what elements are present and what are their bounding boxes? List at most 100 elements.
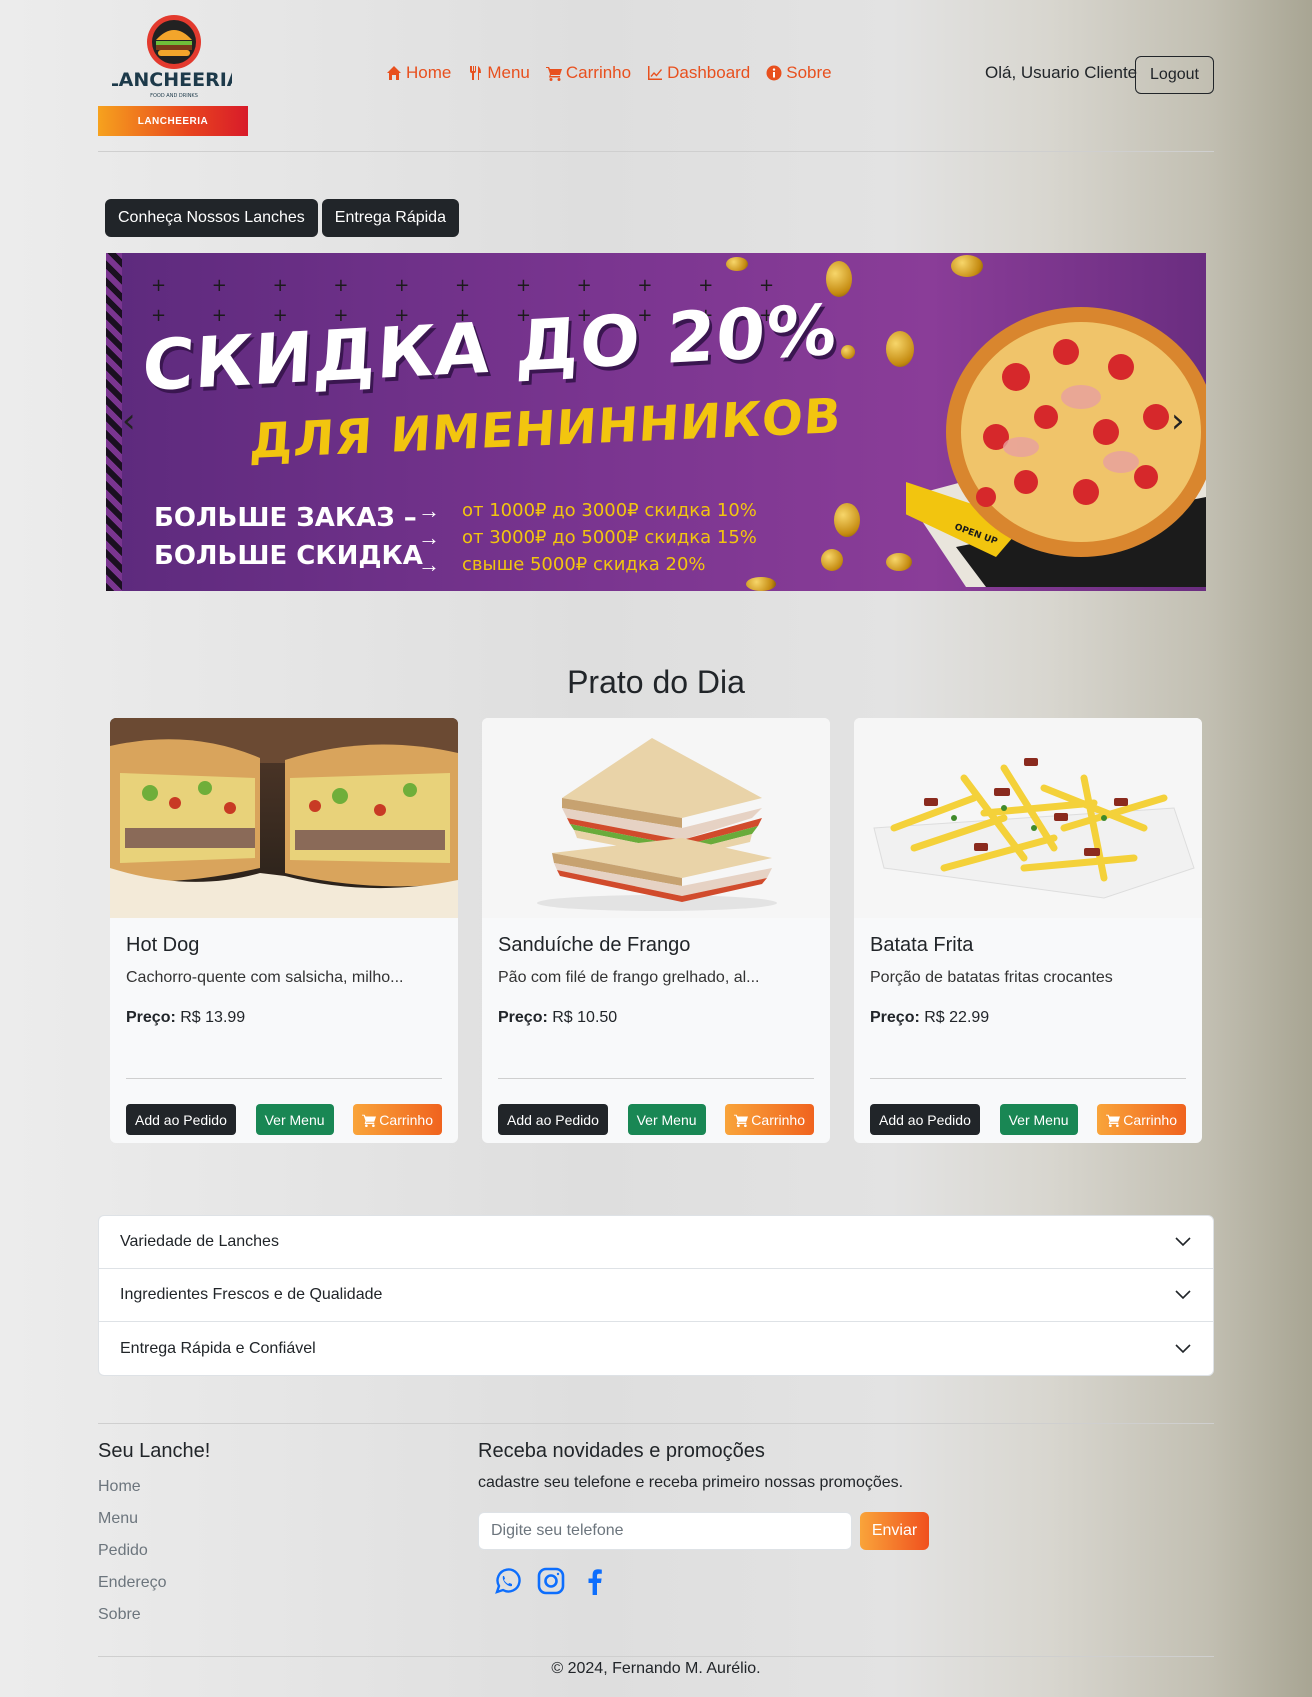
banner-coin: [726, 257, 748, 271]
footer-link-address[interactable]: Endereço: [98, 1574, 167, 1606]
accordion-item[interactable]: Ingredientes Frescos e de Qualidade: [99, 1269, 1213, 1322]
carousel-next-icon[interactable]: ›: [1171, 401, 1185, 441]
cart-icon: [362, 1114, 377, 1127]
fast-delivery-button[interactable]: Entrega Rápida: [321, 199, 459, 237]
cart-button[interactable]: Carrinho: [1097, 1104, 1186, 1135]
banner-tier-2: от 3000₽ до 5000₽ скидка 15%: [462, 527, 757, 548]
nav-about-label: Sobre: [786, 63, 832, 82]
dish-of-day-title: Prato do Dia: [567, 664, 745, 700]
footer-link-order[interactable]: Pedido: [98, 1542, 167, 1574]
banner-coin: [841, 345, 855, 359]
newsletter-title: Receba novidades e promoções: [478, 1440, 765, 1462]
view-menu-button[interactable]: Ver Menu: [255, 1104, 334, 1135]
view-menu-button[interactable]: Ver Menu: [999, 1104, 1078, 1135]
nav-cart-label: Carrinho: [565, 63, 632, 82]
nav-dashboard[interactable]: Dashboard: [647, 63, 750, 83]
facebook-icon[interactable]: [580, 1566, 610, 1596]
price-value: R$ 22.99: [924, 1009, 990, 1026]
footer-link-about[interactable]: Sobre: [98, 1606, 167, 1638]
nav-home-label: Home: [406, 63, 452, 82]
banner-coin: [834, 503, 860, 537]
nav-about[interactable]: Sobre: [766, 63, 832, 83]
banner-coin: [886, 331, 914, 367]
banner-slogan: БОЛЬШЕ ЗАКАЗ – БОЛЬШЕ СКИДКА: [154, 499, 423, 575]
dish-price: Preço: R$ 10.50: [498, 1009, 814, 1027]
accordion-item[interactable]: Entrega Rápida e Confiável: [99, 1322, 1213, 1375]
cart-icon: [734, 1114, 749, 1127]
nav-menu[interactable]: Menu: [467, 63, 530, 83]
dish-description: Pão com filé de frango grelhado, al...: [498, 969, 760, 986]
footer-link-menu[interactable]: Menu: [98, 1510, 167, 1542]
add-to-order-button[interactable]: Add ao Pedido: [498, 1104, 608, 1135]
hot-dog-image: [110, 718, 458, 918]
footer-divider-bottom: [98, 1656, 1214, 1657]
footer-brand: Seu Lanche!: [98, 1440, 211, 1462]
know-our-snacks-button[interactable]: Conheça Nossos Lanches: [105, 199, 318, 237]
chevron-down-icon: [1175, 1237, 1191, 1247]
card-actions: Add ao Pedido Ver Menu Carrinho: [498, 1104, 814, 1135]
accordion-item-label: Variedade de Lanches: [120, 1233, 279, 1250]
dish-description: Porção de batatas fritas crocantes: [870, 969, 1113, 986]
dish-cards: Hot Dog Cachorro-quente com salsicha, mi…: [110, 718, 1202, 1143]
cart-button-label: Carrinho: [751, 1111, 805, 1128]
dish-card: Batata Frita Porção de batatas fritas cr…: [854, 718, 1202, 1143]
logo-badge: LANCHEERIA: [98, 106, 248, 136]
cart-button[interactable]: Carrinho: [725, 1104, 814, 1135]
accordion-item[interactable]: Variedade de Lanches: [99, 1216, 1213, 1269]
banner-stripes: [106, 253, 122, 591]
footer-links: Home Menu Pedido Endereço Sobre: [98, 1478, 167, 1638]
cart-button[interactable]: Carrinho: [353, 1104, 442, 1135]
carousel-prev-icon[interactable]: ‹: [122, 401, 136, 441]
view-menu-button[interactable]: Ver Menu: [627, 1104, 706, 1135]
chicken-sandwich-image: [482, 718, 830, 918]
add-to-order-button[interactable]: Add ao Pedido: [870, 1104, 980, 1135]
cart-button-label: Carrinho: [1123, 1111, 1177, 1128]
card-divider: [498, 1078, 814, 1079]
send-button[interactable]: Enviar: [860, 1512, 929, 1550]
banner-coin: [746, 577, 776, 591]
cart-icon: [1106, 1114, 1121, 1127]
accordion-item-label: Ingredientes Frescos e de Qualidade: [120, 1286, 383, 1303]
cart-button-label: Carrinho: [379, 1111, 433, 1128]
nav-home[interactable]: Home: [386, 63, 451, 83]
chevron-down-icon: [1175, 1343, 1191, 1353]
banner-coin: [886, 553, 912, 571]
add-to-order-button[interactable]: Add ao Pedido: [126, 1104, 236, 1135]
features-accordion: Variedade de Lanches Ingredientes Fresco…: [98, 1215, 1214, 1376]
user-greeting: Olá, Usuario Cliente: [985, 63, 1138, 82]
nav-cart[interactable]: Carrinho: [545, 63, 632, 83]
promo-carousel[interactable]: + + + + + + + + + + + + + + + + + + + + +…: [106, 253, 1206, 591]
newsletter-subtitle: cadastre seu telefone e receba primeiro …: [478, 1474, 904, 1491]
dish-title: Sanduíche de Frango: [498, 934, 691, 956]
price-value: R$ 13.99: [180, 1009, 246, 1026]
dish-card: Hot Dog Cachorro-quente com salsicha, mi…: [110, 718, 458, 1143]
card-actions: Add ao Pedido Ver Menu Carrinho: [126, 1104, 442, 1135]
dish-price: Preço: R$ 13.99: [126, 1009, 442, 1027]
hero-buttons: Conheça Nossos Lanches Entrega Rápida: [105, 199, 459, 237]
footer-link-home[interactable]: Home: [98, 1478, 167, 1510]
instagram-icon[interactable]: [536, 1566, 566, 1596]
dish-price: Preço: R$ 22.99: [870, 1009, 1186, 1027]
accordion-item-label: Entrega Rápida e Confiável: [120, 1339, 316, 1357]
logout-button[interactable]: Logout: [1135, 56, 1214, 94]
home-icon: [387, 66, 401, 80]
dish-title: Batata Frita: [870, 934, 974, 956]
lancheeria-logo[interactable]: LANCHEERIA FOOD AND DRINKS: [112, 14, 232, 104]
price-label: Preço:: [870, 1009, 920, 1026]
whatsapp-icon[interactable]: [492, 1566, 522, 1596]
card-divider: [870, 1078, 1186, 1079]
main-nav: Home Menu Carrinho Dashboard Sobre: [386, 63, 832, 83]
banner-coin: [951, 255, 983, 277]
price-label: Preço:: [498, 1009, 548, 1026]
fries-photo: [873, 758, 1195, 899]
card-divider: [126, 1078, 442, 1079]
dish-description: Cachorro-quente com salsicha, milho...: [126, 969, 404, 986]
nav-dashboard-label: Dashboard: [667, 63, 751, 82]
banner-tier-3: свыше 5000₽ скидка 20%: [462, 554, 706, 575]
banner-slogan-line1: БОЛЬШЕ ЗАКАЗ –: [154, 503, 417, 533]
banner-tiers: от 1000₽ до 3000₽ скидка 10% от 3000₽ до…: [462, 497, 757, 578]
social-links: [492, 1566, 610, 1596]
pizza-illustration: OPEN UP: [906, 307, 1206, 587]
utensils-icon: [470, 66, 482, 80]
phone-input[interactable]: [478, 1512, 852, 1550]
